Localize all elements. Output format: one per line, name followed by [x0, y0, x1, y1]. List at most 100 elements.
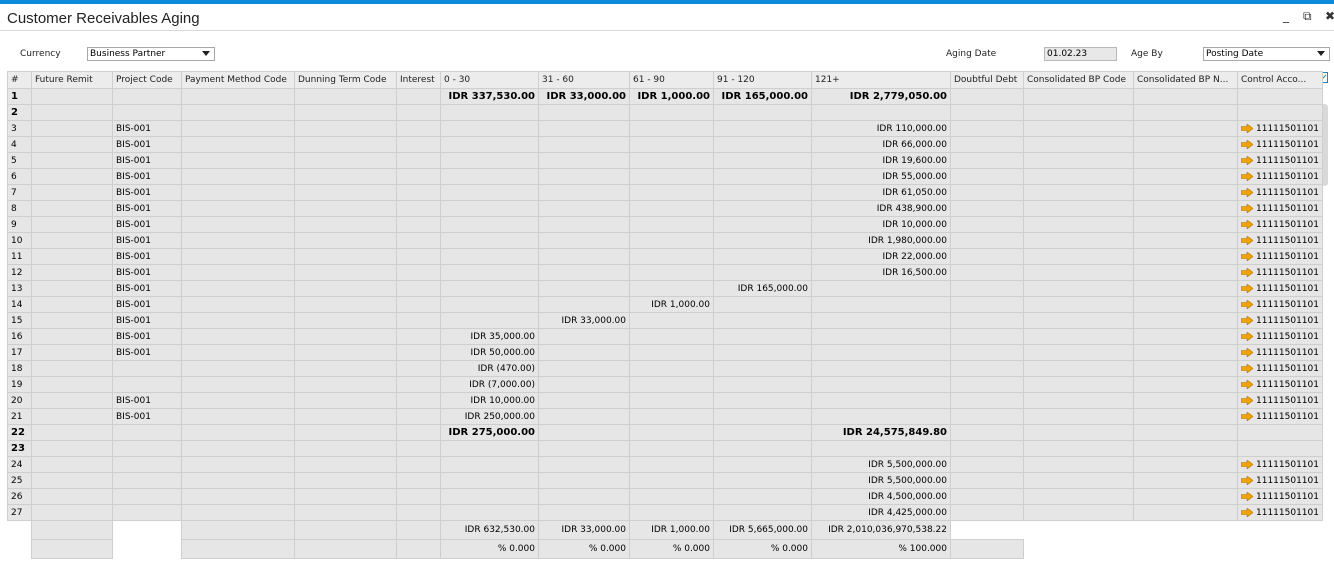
link-arrow-icon[interactable]	[1241, 235, 1253, 245]
currency-select[interactable]: Business Partner	[87, 47, 215, 61]
table-row[interactable]: 4 BIS-001 IDR 66,000.00 11111501101	[7, 136, 1323, 153]
column-header[interactable]: Project Code	[112, 71, 182, 89]
table-cell: BIS-001	[112, 392, 182, 409]
table-cell	[713, 376, 812, 393]
link-arrow-icon[interactable]	[1241, 507, 1253, 517]
chevron-down-icon[interactable]	[1317, 51, 1325, 56]
link-arrow-icon[interactable]	[1241, 171, 1253, 181]
table-row[interactable]: 6 BIS-001 IDR 55,000.00 11111501101	[7, 168, 1323, 185]
table-row[interactable]: 26 IDR 4,500,000.00 11111501101	[7, 488, 1323, 505]
link-arrow-icon[interactable]	[1241, 267, 1253, 277]
table-row[interactable]: 8 BIS-001 IDR 438,900.00 11111501101	[7, 200, 1323, 217]
link-arrow-icon[interactable]	[1241, 299, 1253, 309]
table-cell	[950, 88, 1024, 105]
link-arrow-icon[interactable]	[1241, 219, 1253, 229]
table-row[interactable]: 23	[7, 440, 1323, 457]
link-arrow-icon[interactable]	[1241, 347, 1253, 357]
column-header[interactable]: Dunning Term Code	[294, 71, 397, 89]
table-row[interactable]: 11 BIS-001 IDR 22,000.00 11111501101	[7, 248, 1323, 265]
table-row[interactable]: 24 IDR 5,500,000.00 11111501101	[7, 456, 1323, 473]
table-cell: BIS-001	[112, 120, 182, 137]
table-row[interactable]: 17 BIS-001 IDR 50,000.00 11111501101	[7, 344, 1323, 361]
table-cell: IDR 55,000.00	[811, 168, 951, 185]
restore-icon[interactable]: ⧉	[1303, 9, 1312, 24]
table-row[interactable]: 19 IDR (7,000.00) 11111501101	[7, 376, 1323, 393]
link-arrow-icon[interactable]	[1241, 251, 1253, 261]
table-row[interactable]: 14 BIS-001 IDR 1,000.00 11111501101	[7, 296, 1323, 313]
table-cell	[181, 328, 295, 345]
table-cell	[713, 120, 812, 137]
link-arrow-icon[interactable]	[1241, 363, 1253, 373]
row-number: 25	[7, 472, 32, 489]
control-account-value: 11111501101	[1256, 267, 1319, 278]
column-header[interactable]: Interest	[396, 71, 441, 89]
table-cell	[396, 104, 441, 121]
table-row[interactable]: 16 BIS-001 IDR 35,000.00 11111501101	[7, 328, 1323, 345]
table-row[interactable]: 9 BIS-001 IDR 10,000.00 11111501101	[7, 216, 1323, 233]
link-arrow-icon[interactable]	[1241, 123, 1253, 133]
table-row[interactable]: 5 BIS-001 IDR 19,600.00 11111501101	[7, 152, 1323, 169]
table-row[interactable]: 10 BIS-001 IDR 1,980,000.00 11111501101	[7, 232, 1323, 249]
table-row[interactable]: 21 BIS-001 IDR 250,000.00 11111501101	[7, 408, 1323, 425]
table-cell	[811, 296, 951, 313]
table-cell	[294, 328, 397, 345]
column-header[interactable]: Future Remit	[31, 71, 113, 89]
table-row[interactable]: 1 IDR 337,530.00 IDR 33,000.00 IDR 1,000.00…	[7, 88, 1323, 105]
table-cell	[629, 360, 714, 377]
table-cell	[440, 200, 539, 217]
link-arrow-icon[interactable]	[1241, 395, 1253, 405]
table-cell	[31, 248, 113, 265]
table-cell	[31, 328, 113, 345]
table-cell	[181, 280, 295, 297]
table-cell	[950, 472, 1024, 489]
table-cell	[1133, 296, 1238, 313]
table-row[interactable]: 18 IDR (470.00) 11111501101	[7, 360, 1323, 377]
column-header[interactable]: Consolidated BP N...	[1133, 71, 1238, 89]
link-arrow-icon[interactable]	[1241, 155, 1253, 165]
footer-cell	[294, 520, 397, 540]
table-row[interactable]: 13 BIS-001 IDR 165,000.00 11111501101	[7, 280, 1323, 297]
column-header[interactable]: 91 - 120	[713, 71, 812, 89]
column-header[interactable]: Consolidated BP Code	[1023, 71, 1134, 89]
link-arrow-icon[interactable]	[1241, 411, 1253, 421]
link-arrow-icon[interactable]	[1241, 283, 1253, 293]
table-cell	[713, 232, 812, 249]
table-row[interactable]: 22 IDR 275,000.00 IDR 24,575,849.80	[7, 424, 1323, 441]
link-arrow-icon[interactable]	[1241, 203, 1253, 213]
minimize-icon[interactable]: _	[1283, 9, 1289, 23]
table-row[interactable]: 3 BIS-001 IDR 110,000.00 11111501101	[7, 120, 1323, 137]
column-header[interactable]: 121+	[811, 71, 951, 89]
table-row[interactable]: 12 BIS-001 IDR 16,500.00 11111501101	[7, 264, 1323, 281]
link-arrow-icon[interactable]	[1241, 379, 1253, 389]
column-header[interactable]: Control Acco...	[1237, 71, 1323, 89]
column-header[interactable]: #	[7, 71, 32, 89]
table-row[interactable]: 20 BIS-001 IDR 10,000.00 11111501101	[7, 392, 1323, 409]
link-arrow-icon[interactable]	[1241, 475, 1253, 485]
table-row[interactable]: 25 IDR 5,500,000.00 11111501101	[7, 472, 1323, 489]
table-row[interactable]: 15 BIS-001 IDR 33,000.00 11111501101	[7, 312, 1323, 329]
table-row[interactable]: 7 BIS-001 IDR 61,050.00 11111501101	[7, 184, 1323, 201]
link-arrow-icon[interactable]	[1241, 331, 1253, 341]
table-cell	[396, 248, 441, 265]
table-cell	[294, 120, 397, 137]
table-cell	[440, 104, 539, 121]
age-by-select[interactable]: Posting Date	[1203, 47, 1330, 61]
close-icon[interactable]: ✖	[1325, 9, 1334, 23]
link-arrow-icon[interactable]	[1241, 315, 1253, 325]
column-header[interactable]: 31 - 60	[538, 71, 630, 89]
link-arrow-icon[interactable]	[1241, 491, 1253, 501]
chevron-down-icon[interactable]	[202, 51, 210, 56]
table-cell	[294, 104, 397, 121]
aging-date-field[interactable]: 01.02.23	[1044, 47, 1117, 61]
link-arrow-icon[interactable]	[1241, 187, 1253, 197]
table-row[interactable]: 2	[7, 104, 1323, 121]
table-cell: IDR 337,530.00	[440, 88, 539, 105]
row-number: 16	[7, 328, 32, 345]
column-header[interactable]: 61 - 90	[629, 71, 714, 89]
link-arrow-icon[interactable]	[1241, 139, 1253, 149]
column-header[interactable]: 0 - 30	[440, 71, 539, 89]
table-row[interactable]: 27 IDR 4,425,000.00 11111501101	[7, 504, 1323, 521]
column-header[interactable]: Payment Method Code	[181, 71, 295, 89]
column-header[interactable]: Doubtful Debt	[950, 71, 1024, 89]
link-arrow-icon[interactable]	[1241, 459, 1253, 469]
